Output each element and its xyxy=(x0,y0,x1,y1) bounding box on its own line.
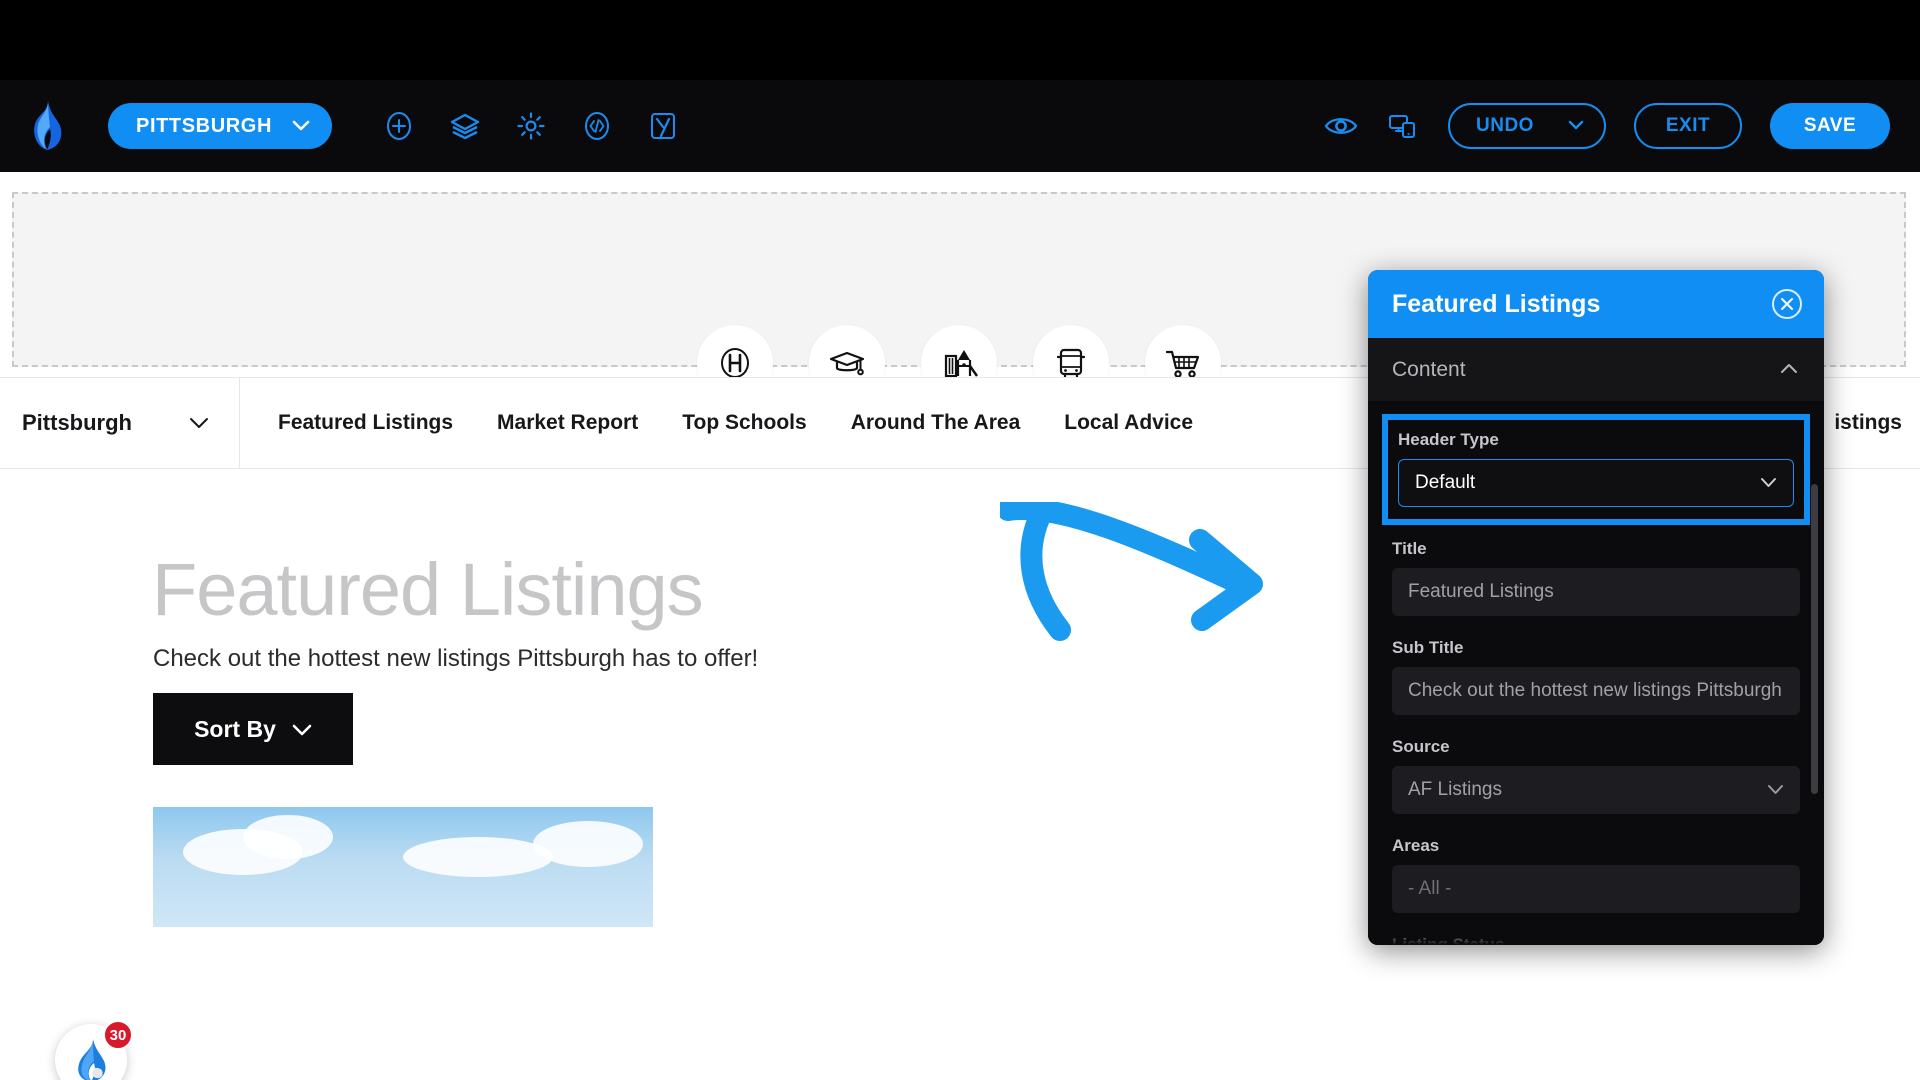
panel-section-label: Content xyxy=(1392,357,1466,381)
field-label-sub-title: Sub Title xyxy=(1392,638,1464,657)
field-listing-status: Listing Status xyxy=(1392,935,1800,945)
highlight-box-header-type: Header Type Default xyxy=(1382,414,1810,525)
panel-scrollbar[interactable] xyxy=(1811,484,1818,794)
toolbar-left-group: PITTSBURGH xyxy=(0,100,680,152)
listing-card-image[interactable] xyxy=(153,807,653,927)
nav-link-featured-listings[interactable]: Featured Listings xyxy=(278,411,453,435)
nav-link-overflow-label: istings xyxy=(1834,411,1902,434)
chevron-down-icon xyxy=(1568,115,1584,137)
chat-unread-badge: 30 xyxy=(103,1020,133,1050)
undo-button[interactable]: UNDO xyxy=(1448,103,1606,149)
layers-icon[interactable] xyxy=(448,109,482,143)
page-subtitle: Check out the hottest new listings Pitts… xyxy=(153,645,759,672)
source-value: AF Listings xyxy=(1408,779,1502,800)
areas-input[interactable]: - All - xyxy=(1392,865,1800,913)
nav-link-market-report[interactable]: Market Report xyxy=(497,411,638,435)
sub-title-value: Check out the hottest new listings Pitts… xyxy=(1408,680,1784,701)
nav-link-around-the-area[interactable]: Around The Area xyxy=(851,411,1021,435)
exit-button[interactable]: EXIT xyxy=(1634,103,1742,149)
nav-link-top-schools[interactable]: Top Schools xyxy=(682,411,806,435)
field-title: Title Featured Listings xyxy=(1392,539,1800,616)
field-label-title: Title xyxy=(1392,539,1427,558)
header-type-select[interactable]: Default xyxy=(1398,459,1794,507)
navbar-city-dropdown[interactable]: Pittsburgh xyxy=(0,377,240,469)
chevron-down-icon xyxy=(292,716,312,743)
gear-icon[interactable] xyxy=(514,109,548,143)
field-sub-title: Sub Title Check out the hottest new list… xyxy=(1392,638,1800,715)
sub-title-input[interactable]: Check out the hottest new listings Pitts… xyxy=(1392,667,1800,715)
save-button[interactable]: SAVE xyxy=(1770,103,1890,149)
close-icon[interactable] xyxy=(1772,289,1802,319)
code-icon[interactable] xyxy=(580,109,614,143)
panel-header: Featured Listings xyxy=(1368,270,1824,338)
panel-section-content[interactable]: Content xyxy=(1368,338,1824,402)
navbar-links: Featured Listings Market Report Top Scho… xyxy=(240,411,1193,435)
field-label-header-type: Header Type xyxy=(1398,430,1499,449)
save-label: SAVE xyxy=(1803,115,1857,136)
widget-settings-panel: Featured Listings Content Header Type De… xyxy=(1368,270,1824,945)
responsive-devices-icon[interactable] xyxy=(1386,109,1420,143)
chevron-down-icon xyxy=(189,410,209,436)
city-selector-button[interactable]: PITTSBURGH xyxy=(108,103,332,149)
field-label-source: Source xyxy=(1392,737,1450,756)
page-title: Featured Listings xyxy=(152,548,704,631)
toolbar-right-group: UNDO EXIT SAVE xyxy=(1324,103,1920,149)
field-label-listing-status: Listing Status xyxy=(1392,935,1505,945)
nav-link-local-advice[interactable]: Local Advice xyxy=(1064,411,1193,435)
header-type-value: Default xyxy=(1415,472,1476,493)
navbar-city-label: Pittsburgh xyxy=(22,410,132,435)
field-areas: Areas - All - xyxy=(1392,836,1800,913)
add-circle-icon[interactable] xyxy=(382,109,416,143)
title-input[interactable]: Featured Listings xyxy=(1392,568,1800,616)
panel-form: Header Type Default Title Featured Listi… xyxy=(1368,402,1824,945)
chat-widget-button[interactable]: 30 xyxy=(55,1020,133,1080)
field-source: Source AF Listings xyxy=(1392,737,1800,814)
eye-preview-icon[interactable] xyxy=(1324,109,1358,143)
field-label-areas: Areas xyxy=(1392,836,1440,855)
exit-label: EXIT xyxy=(1665,115,1711,136)
undo-label: UNDO xyxy=(1476,115,1534,136)
title-value: Featured Listings xyxy=(1408,581,1554,602)
areas-value: - All - xyxy=(1408,878,1452,899)
screen: PITTSBURGH UNDO EXIT SAVE Pittsburgh Fea… xyxy=(0,0,1920,1080)
sort-by-button[interactable]: Sort By xyxy=(153,693,353,765)
city-selector-label: PITTSBURGH xyxy=(136,114,272,137)
source-select[interactable]: AF Listings xyxy=(1392,766,1800,814)
flame-logo-icon[interactable] xyxy=(26,100,66,152)
field-header-type: Header Type Default xyxy=(1398,430,1794,507)
chevron-down-icon xyxy=(292,115,310,138)
sort-by-label: Sort By xyxy=(194,715,276,742)
yoast-seo-icon[interactable] xyxy=(646,109,680,143)
editor-toolbar: PITTSBURGH UNDO EXIT SAVE xyxy=(0,80,1920,172)
toolbar-icon-group xyxy=(382,109,680,143)
chevron-down-icon xyxy=(1767,779,1784,801)
chevron-up-icon xyxy=(1780,361,1798,379)
chevron-down-icon xyxy=(1760,472,1777,494)
panel-title: Featured Listings xyxy=(1392,289,1601,318)
